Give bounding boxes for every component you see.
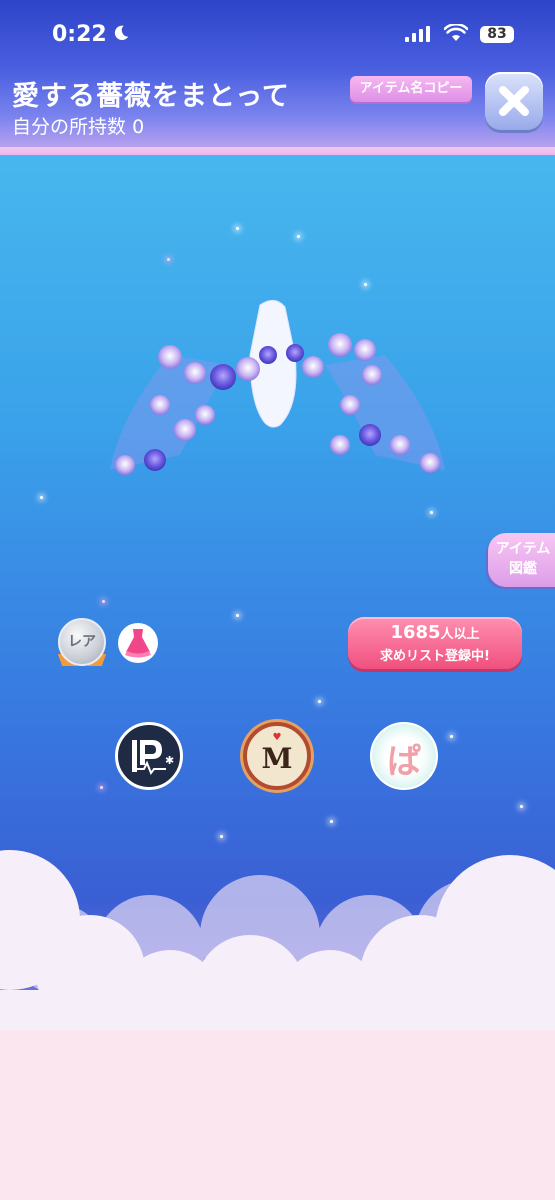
dress-category-icon <box>118 623 158 663</box>
sparkle <box>450 735 453 738</box>
moon-icon <box>114 25 129 41</box>
m-series-icon[interactable]: ♥ M <box>243 722 311 790</box>
p-logo-icon: ✱ <box>132 740 174 776</box>
cloud-decoration <box>0 850 555 1200</box>
close-icon <box>499 86 529 116</box>
sparkle <box>430 511 433 514</box>
wishlist-badge: 1685人以上 求めリスト登録中! <box>348 617 522 669</box>
ba-series-letter: ぱ <box>387 742 421 782</box>
battery-indicator: 83 <box>480 26 514 43</box>
status-bar: 0:22 83 <box>0 16 555 56</box>
signal-icon <box>405 26 430 42</box>
sparkle <box>102 600 105 603</box>
wishlist-text: 求めリスト登録中! <box>380 649 490 664</box>
catalog-tab-line2: 図鑑 <box>509 561 537 577</box>
item-catalog-tab[interactable]: アイテム 図鑑 <box>488 533 555 587</box>
ba-series-icon[interactable]: ぱ <box>370 722 438 790</box>
wishlist-count-row: 1685人以上 <box>348 622 522 643</box>
owned-count-row: 自分の所持数 0 <box>12 112 144 139</box>
sparkle <box>40 496 43 499</box>
sparkle <box>100 786 103 789</box>
catalog-tab-line1: アイテム <box>495 541 551 557</box>
sparkle <box>330 820 333 823</box>
sparkle <box>236 227 239 230</box>
p-series-icon[interactable]: ✱ <box>115 722 183 790</box>
close-button[interactable] <box>485 72 543 130</box>
sparkle <box>520 805 523 808</box>
sparkle <box>236 614 239 617</box>
item-title: 愛する薔薇をまとって <box>12 81 290 112</box>
owned-label: 自分の所持数 <box>12 116 127 138</box>
status-time: 0:22 <box>52 22 107 47</box>
sparkle <box>167 258 170 261</box>
owned-count: 0 <box>132 116 145 138</box>
wishlist-count: 1685 <box>390 622 441 643</box>
copy-item-name-button[interactable]: アイテム名コピー <box>350 76 472 102</box>
rarity-badge: レア <box>58 618 106 666</box>
m-series-letter: M <box>261 742 293 775</box>
svg-text:✱: ✱ <box>165 754 174 767</box>
wishlist-count-suffix: 人以上 <box>440 627 480 642</box>
item-header: 0:22 83 愛する薔薇をまとって 自分の所持数 0 アイテム名コピー <box>0 0 555 155</box>
sparkle <box>318 700 321 703</box>
wifi-icon <box>444 24 468 41</box>
sparkle <box>220 835 223 838</box>
item-image <box>110 300 445 475</box>
sparkle <box>297 235 300 238</box>
sparkle <box>364 283 367 286</box>
